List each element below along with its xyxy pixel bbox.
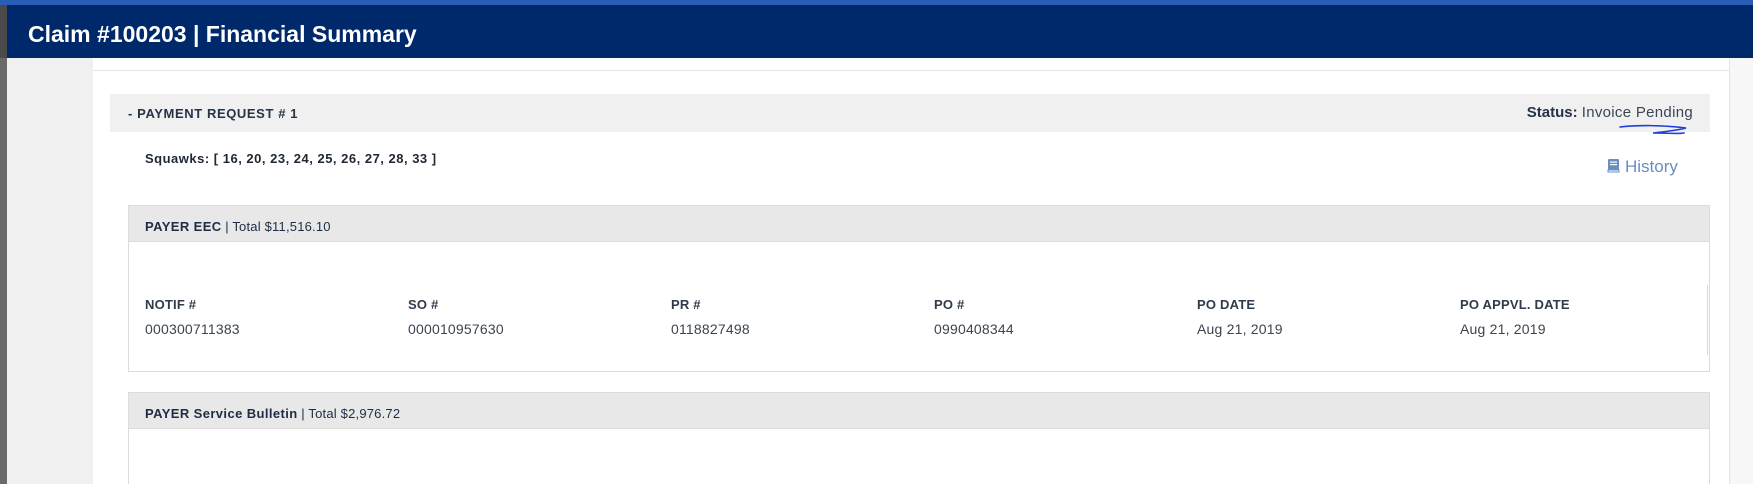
so-number-label: SO # [408,297,439,312]
po-number-field: PO # 0990408344 [934,297,1164,337]
payer-service-bulletin-panel: PAYER Service Bulletin | Total $2,976.72 [128,392,1710,484]
history-link[interactable]: History [1607,157,1678,178]
so-number-value: 000010957630 [408,321,504,337]
status-label: Status: [1526,104,1578,121]
po-approval-date-field: PO APPVL. DATE Aug 21, 2019 [1460,297,1690,337]
payment-request-header[interactable]: - PAYMENT REQUEST # 1 Status: Invoice Pe… [110,94,1710,132]
payer-service-bulletin-title: PAYER Service Bulletin | Total $2,976.72 [145,406,400,421]
payment-request-title[interactable]: - PAYMENT REQUEST # 1 [128,106,298,121]
window-frame [0,58,7,484]
po-number-label: PO # [934,297,965,312]
payer-name: PAYER Service Bulletin [145,406,298,421]
payer-service-bulletin-header: PAYER Service Bulletin | Total $2,976.72 [129,393,1709,429]
payer-total: | Total $2,976.72 [301,406,401,421]
pr-number-value: 0118827498 [671,321,750,337]
so-number-field: SO # 000010957630 [408,297,638,337]
history-label: History [1625,157,1678,176]
notif-number-label: NOTIF # [145,297,197,312]
left-gutter [7,58,93,484]
notif-number-field: NOTIF # 000300711383 [145,297,375,337]
po-date-label: PO DATE [1197,297,1256,312]
payer-eec-header: PAYER EEC | Total $11,516.10 [129,206,1709,242]
payer-eec-panel: PAYER EEC | Total $11,516.10 NOTIF # 000… [128,205,1710,372]
pr-number-label: PR # [671,297,701,312]
po-date-value: Aug 21, 2019 [1197,321,1283,337]
payer-name: PAYER EEC [145,219,222,234]
payer-eec-title: PAYER EEC | Total $11,516.10 [145,219,331,234]
po-number-value: 0990408344 [934,321,1014,337]
po-approval-date-value: Aug 21, 2019 [1460,321,1546,337]
squawks-list: Squawks: [ 16, 20, 23, 24, 25, 26, 27, 2… [145,151,437,166]
status-value: Invoice Pending [1581,104,1693,121]
claim-header-bar: Claim #100203 | Financial Summary [0,0,1753,58]
status-display: Status: Invoice Pending [1527,104,1693,121]
column-divider [1707,285,1708,355]
pr-number-field: PR # 0118827498 [671,297,901,337]
book-icon [1607,158,1620,178]
pen-annotation-underline [1619,124,1687,135]
po-approval-date-label: PO APPVL. DATE [1460,297,1570,312]
scrollbar-track[interactable] [1729,58,1753,484]
page-title: Claim #100203 | Financial Summary [28,21,417,47]
notif-number-value: 000300711383 [145,321,240,337]
window-edge [0,5,7,58]
po-date-field: PO DATE Aug 21, 2019 [1197,297,1427,337]
payer-total: | Total $11,516.10 [225,219,331,234]
